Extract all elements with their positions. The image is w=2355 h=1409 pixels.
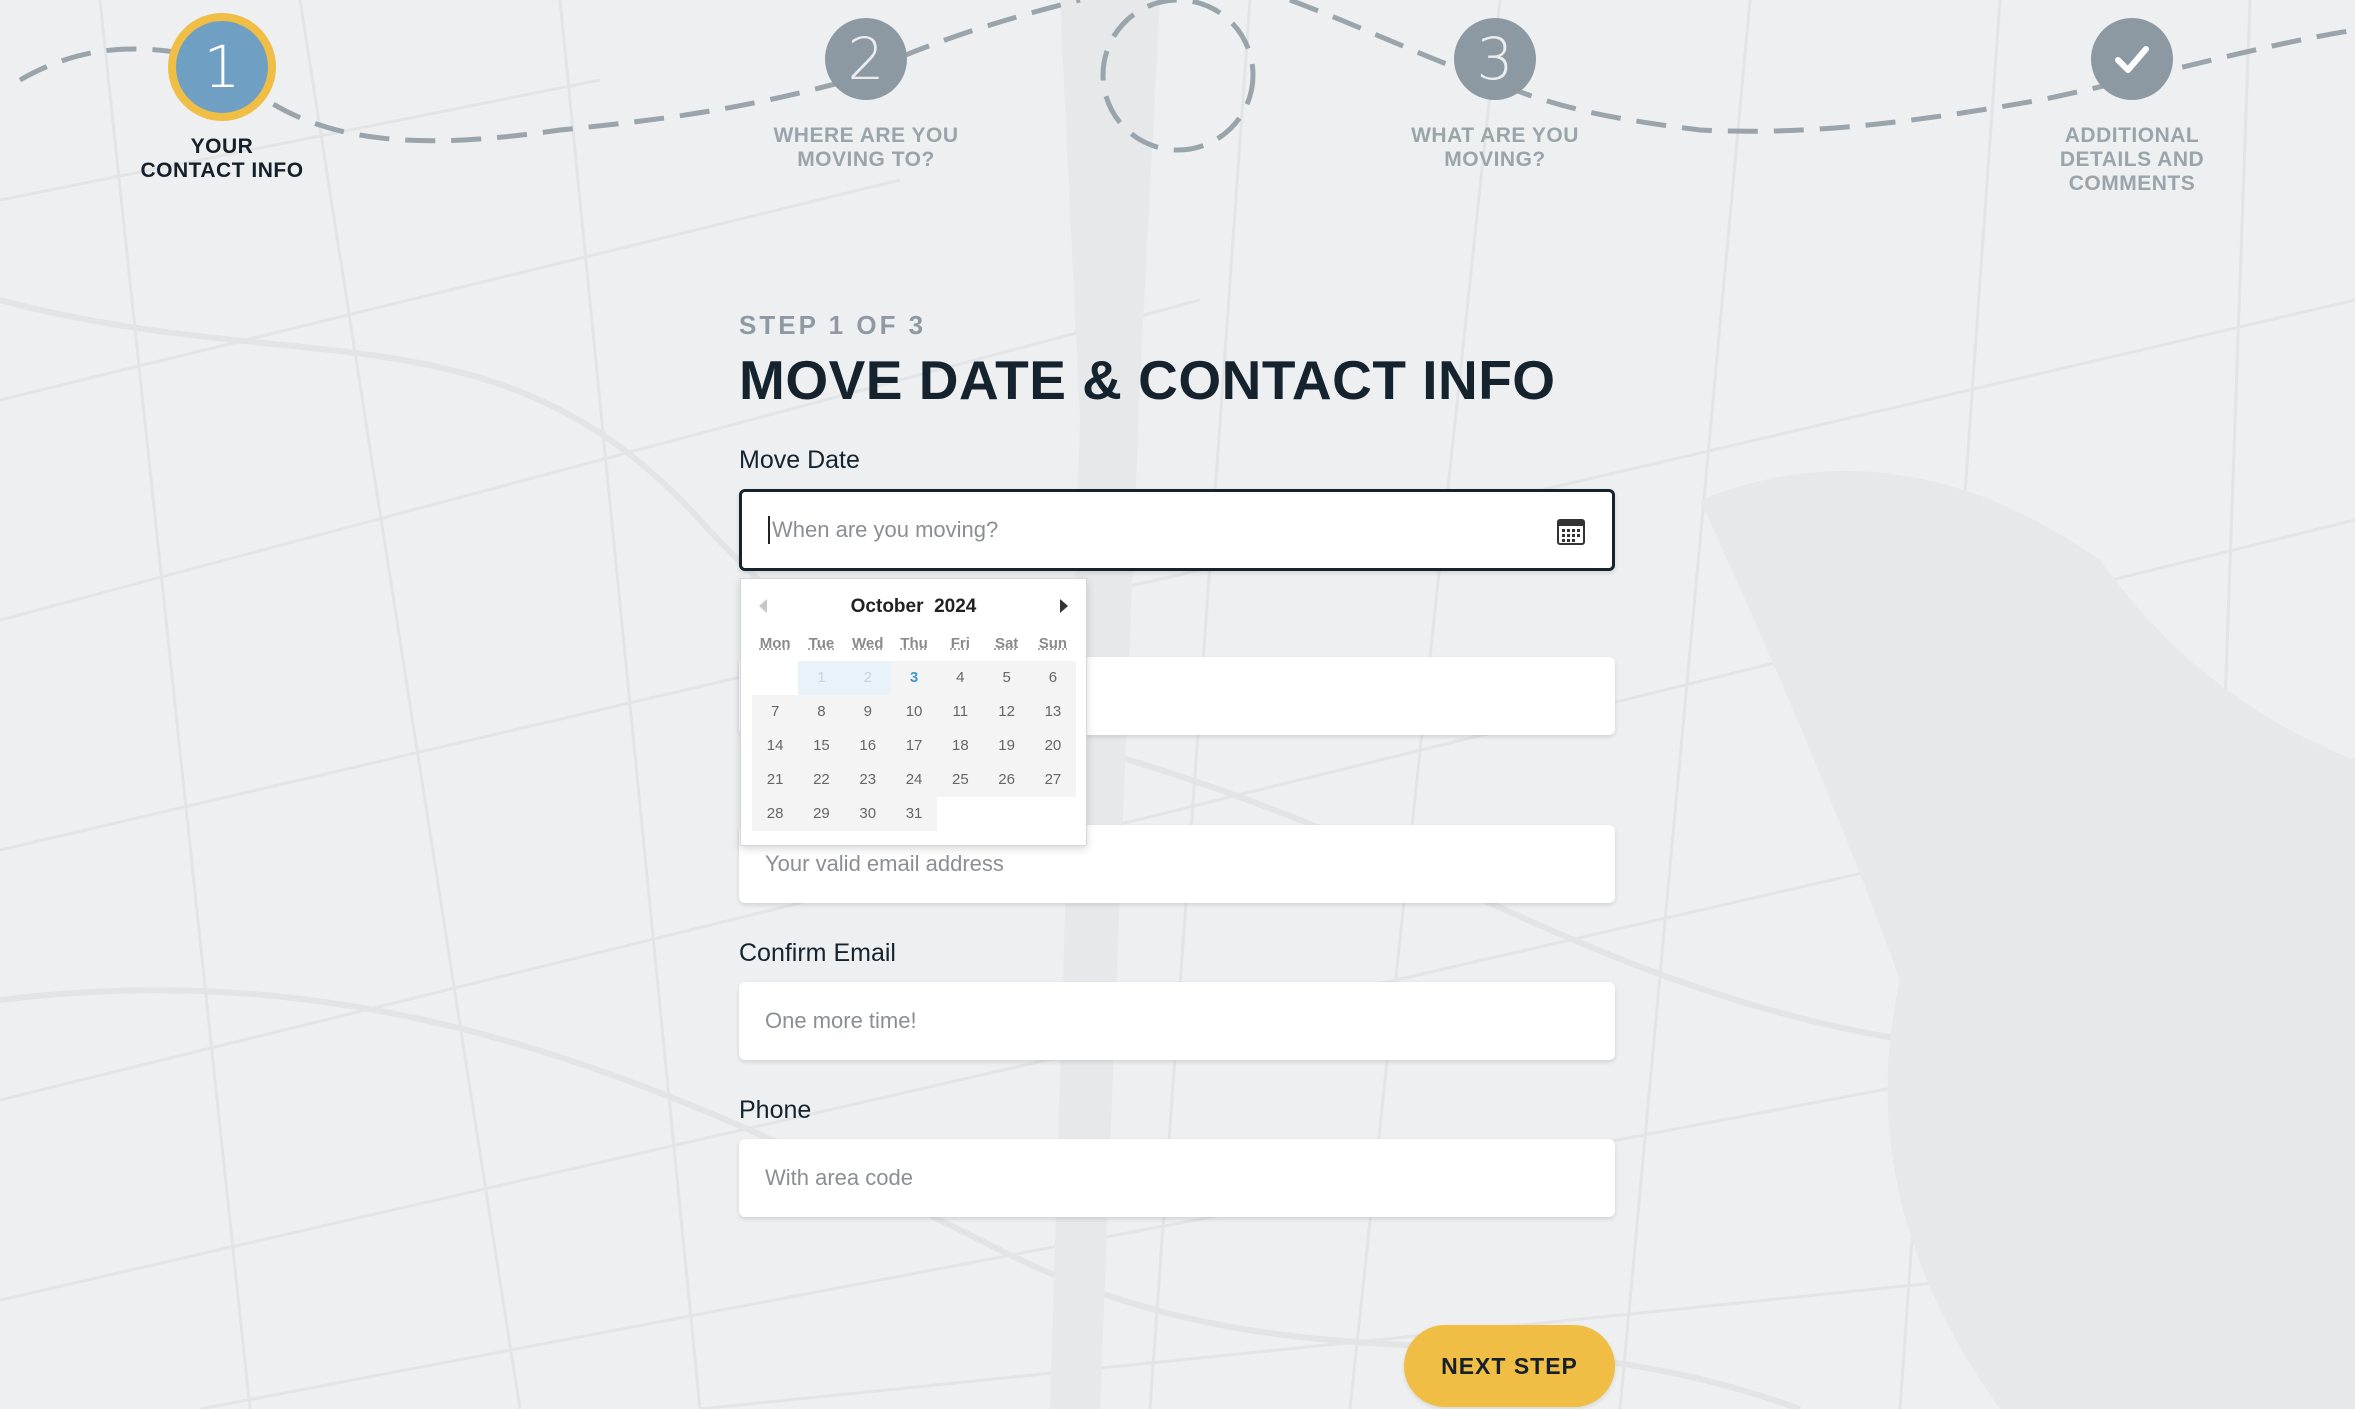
calendar-day[interactable]: 18 — [937, 729, 984, 763]
move-date-label: Move Date — [739, 446, 860, 474]
weekday-header: Sun — [1038, 635, 1068, 652]
step-number: 2 — [825, 18, 907, 100]
calendar-blank — [752, 661, 798, 695]
step-check — [2091, 18, 2173, 100]
calendar-day: 1 — [798, 661, 845, 695]
weekday-header: Mon — [759, 635, 791, 652]
step-2-where-moving: 2 WHERE ARE YOU MOVING TO? — [716, 18, 1016, 172]
step-4-additional-details: ADDITIONAL DETAILS AND COMMENTS — [1982, 18, 2282, 196]
calendar-day[interactable]: 13 — [1029, 695, 1077, 729]
datepicker: October 2024 Mon Tue Wed Thu Fri Sat Sun 1 2 3 4 5 6… — [740, 578, 1087, 846]
calendar-day[interactable]: 19 — [983, 729, 1030, 763]
step-label: WHERE ARE YOU MOVING TO? — [773, 124, 959, 171]
weekday-header: Sat — [994, 635, 1019, 652]
calendar-day[interactable]: 29 — [798, 797, 845, 831]
page-title: MOVE DATE & CONTACT INFO — [739, 349, 1556, 411]
calendar-day[interactable]: 15 — [798, 729, 845, 763]
check-icon — [2115, 46, 2149, 73]
calendar-day[interactable]: 3 — [890, 661, 938, 695]
step-number: 3 — [1454, 18, 1536, 100]
calendar-day[interactable]: 17 — [890, 729, 938, 763]
step-label: ADDITIONAL DETAILS AND COMMENTS — [2059, 124, 2205, 195]
calendar-day[interactable]: 8 — [798, 695, 845, 729]
calendar-day[interactable]: 28 — [752, 797, 799, 831]
weekday-header: Thu — [900, 635, 928, 652]
next-month-icon[interactable] — [1060, 599, 1068, 613]
calendar-day[interactable]: 21 — [752, 763, 799, 797]
calendar-day[interactable]: 10 — [890, 695, 938, 729]
email-placeholder: Your valid email address — [765, 851, 1004, 876]
calendar-day[interactable]: 27 — [1029, 763, 1077, 797]
calendar-day[interactable]: 31 — [890, 797, 938, 831]
calendar-day[interactable]: 14 — [752, 729, 799, 763]
calendar-day[interactable]: 6 — [1029, 661, 1077, 695]
confirm-email-placeholder: One more time! — [765, 1008, 917, 1033]
calendar-day[interactable]: 26 — [983, 763, 1030, 797]
calendar-day[interactable]: 20 — [1029, 729, 1077, 763]
calendar-day[interactable]: 4 — [937, 661, 984, 695]
step-label: YOUR CONTACT INFO — [140, 135, 304, 182]
step-number: 1 — [168, 13, 276, 121]
calendar-day[interactable]: 12 — [983, 695, 1030, 729]
step-counter: STEP 1 OF 3 — [739, 310, 927, 340]
calendar-day[interactable]: 16 — [844, 729, 891, 763]
calendar-day[interactable]: 30 — [844, 797, 891, 831]
calendar-day[interactable]: 22 — [798, 763, 845, 797]
calendar-day[interactable]: 25 — [937, 763, 984, 797]
move-date-placeholder: When are you moving? — [772, 517, 999, 542]
step-label: WHAT ARE YOU MOVING? — [1411, 124, 1579, 171]
confirm-email-label: Confirm Email — [739, 939, 896, 967]
text-caret — [768, 516, 770, 544]
step-1-your-contact-info: 1 YOUR CONTACT INFO — [72, 13, 372, 183]
calendar-icon[interactable] — [1556, 516, 1586, 546]
datepicker-month: October — [850, 596, 924, 617]
step-3-what-moving: 3 WHAT ARE YOU MOVING? — [1345, 18, 1645, 172]
calendar-day[interactable]: 24 — [890, 763, 938, 797]
phone-placeholder: With area code — [765, 1165, 913, 1190]
datepicker-year: 2024 — [934, 596, 977, 617]
confirm-email-input[interactable]: One more time! — [739, 982, 1615, 1060]
phone-input[interactable]: With area code — [739, 1139, 1615, 1217]
move-date-input[interactable]: When are you moving? — [739, 489, 1615, 571]
datepicker-grid: Mon Tue Wed Thu Fri Sat Sun 1 2 3 4 5 6 7 8 9 10 11 12 13 14… — [752, 635, 1077, 831]
weekday-header: Fri — [950, 635, 970, 652]
calendar-day: 2 — [844, 661, 891, 695]
calendar-day[interactable]: 9 — [844, 695, 891, 729]
calendar-day[interactable]: 23 — [844, 763, 891, 797]
calendar-day[interactable]: 11 — [937, 695, 984, 729]
weekday-header: Wed — [852, 635, 884, 652]
datepicker-title: October 2024 — [741, 596, 1086, 618]
next-step-button[interactable]: NEXT STEP — [1404, 1325, 1615, 1407]
weekday-header: Tue — [808, 635, 835, 652]
calendar-day[interactable]: 5 — [983, 661, 1030, 695]
calendar-day[interactable]: 7 — [752, 695, 799, 729]
phone-label: Phone — [739, 1096, 812, 1124]
